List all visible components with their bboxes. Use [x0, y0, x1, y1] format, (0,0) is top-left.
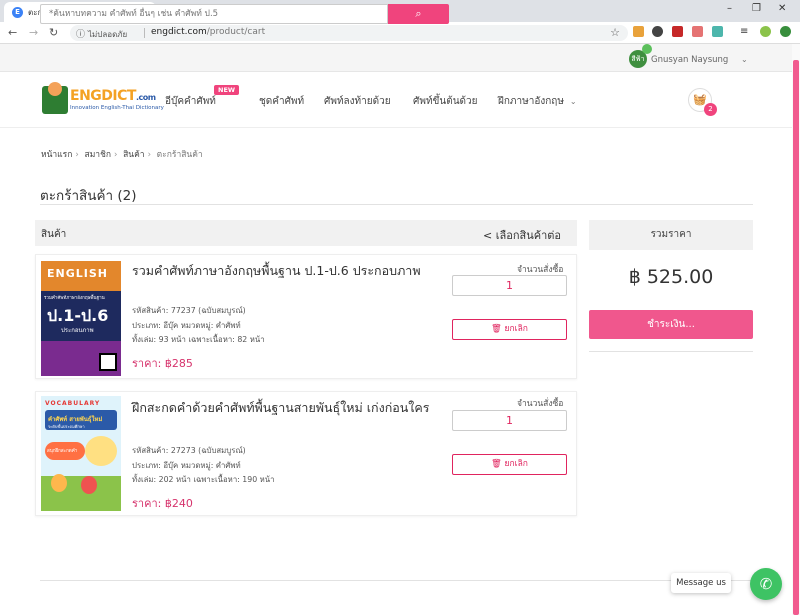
delete-button[interactable]: 🗑 ยกเลิก	[452, 454, 567, 475]
delete-button[interactable]: 🗑 ยกเลิก	[452, 319, 567, 340]
total-price: ฿ 525.00	[628, 266, 714, 288]
checkout-button[interactable]: ชำระเงิน...	[589, 310, 753, 339]
reload-icon[interactable]: ↻	[49, 26, 58, 39]
extension-icon[interactable]	[760, 26, 771, 37]
product-cover-image[interactable]: VOCABULARY คำศัพท์ สายพันธุ์ใหม่ ระดับชั…	[41, 396, 121, 511]
cart-item: ENGLISH รวมคำศัพท์ภาษาอังกฤษพื้นฐาน ป.1-…	[35, 254, 577, 379]
product-code: รหัสสินค้า: 27273 (ฉบับสมบูรณ์)	[132, 446, 246, 455]
extension-icon[interactable]	[692, 26, 703, 37]
chat-bubble-icon: ✆	[759, 575, 773, 593]
product-title[interactable]: ฝึกสะกดคำด้วยคำศัพท์พื้นฐานสายพันธุ์ใหม่…	[132, 398, 432, 418]
forward-icon[interactable]: →	[29, 26, 38, 39]
product-cover-image[interactable]: ENGLISH รวมคำศัพท์ภาษาอังกฤษพื้นฐาน ป.1-…	[41, 261, 121, 376]
chat-button[interactable]: ✆	[750, 568, 782, 600]
product-pages: ทั้งเล่ม: 93 หน้า เฉพาะเนื้อหา: 82 หน้า	[132, 335, 265, 344]
info-icon[interactable]: ⓘ	[76, 27, 85, 40]
quantity-field[interactable]: 1	[452, 410, 567, 431]
summary-header: รวมราคา	[589, 220, 753, 250]
product-price: ราคา: ฿240	[132, 497, 193, 510]
user-name[interactable]: Gnusyan Naysung	[651, 55, 728, 65]
site-logo[interactable]: ENGDICT.com Innovation English-Thai Dict…	[42, 82, 164, 118]
extension-icon[interactable]	[652, 26, 663, 37]
product-price: ราคา: ฿285	[132, 357, 193, 370]
minimize-icon[interactable]: –	[727, 3, 732, 14]
divider	[589, 351, 753, 352]
security-label: ไม่ปลอดภัย	[88, 30, 128, 39]
search-icon: ⌕	[415, 7, 422, 20]
trash-icon: 🗑	[491, 459, 502, 469]
url-field[interactable]: ⓘ ไม่ปลอดภัย engdict.com/product/cart ☆	[70, 25, 628, 41]
qty-label: จำนวนสั่งซื้อ	[517, 265, 564, 275]
product-pages: ทั้งเล่ม: 202 หน้า เฉพาะเนื้อหา: 190 หน้…	[132, 475, 275, 484]
bookmark-star-icon[interactable]: ☆	[610, 26, 620, 39]
logo-text: ENGDICT.com	[70, 88, 156, 104]
qty-label: จำนวนสั่งซื้อ	[517, 399, 564, 409]
continue-shopping-link[interactable]: < เลือกสินค้าต่อ	[483, 226, 561, 244]
nav-words-ending[interactable]: ศัพท์ลงท้ายด้วย	[324, 94, 391, 109]
breadcrumb: หน้าแรก › สมาชิก › สินค้า › ตะกร้าสินค้า	[41, 150, 203, 160]
pdf-extension-icon[interactable]	[672, 26, 683, 37]
extension-icon[interactable]	[712, 26, 723, 37]
nav-practice-english[interactable]: ฝึกภาษาอังกฤษ ⌄	[498, 94, 577, 109]
cart-list-header: สินค้า < เลือกสินค้าต่อ	[35, 220, 577, 246]
breadcrumb-member[interactable]: สมาชิก	[85, 150, 111, 160]
page-title: ตะกร้าสินค้า (2)	[40, 188, 137, 204]
cart-count-badge: 2	[704, 103, 717, 116]
close-window-icon[interactable]: ✕	[778, 3, 786, 14]
reading-list-icon[interactable]: ≡	[740, 26, 751, 37]
kid-mascot-icon	[48, 82, 62, 96]
avatar-badge-icon	[642, 44, 652, 54]
product-type: ประเภท: อีบุ๊ค หมวดหมู่: คำศัพท์	[132, 461, 241, 470]
search-button[interactable]: ⌕	[388, 4, 449, 24]
quantity-field[interactable]: 1	[452, 275, 567, 296]
product-code: รหัสสินค้า: 77237 (ฉบับสมบูรณ์)	[132, 306, 246, 315]
chevron-down-icon: ⌄	[569, 97, 577, 106]
breadcrumb-products[interactable]: สินค้า	[123, 150, 144, 160]
site-favicon: E	[12, 7, 23, 18]
extension-icon[interactable]	[780, 26, 791, 37]
list-header-label: สินค้า	[41, 229, 67, 240]
divider	[40, 204, 753, 205]
extension-icon[interactable]	[633, 26, 644, 37]
nav-words-starting[interactable]: ศัพท์ขึ้นต้นด้วย	[413, 94, 478, 109]
new-badge: NEW	[214, 85, 240, 95]
search-input[interactable]	[40, 4, 388, 24]
url-text: engdict.com/product/cart	[151, 27, 266, 37]
product-title[interactable]: รวมคำศัพท์ภาษาอังกฤษพื้นฐาน ป.1-ป.6 ประก…	[132, 261, 432, 281]
restore-icon[interactable]: ❐	[752, 3, 761, 14]
message-us-label[interactable]: Message us	[671, 573, 731, 593]
logo-subtitle: Innovation English-Thai Dictionary	[70, 105, 164, 111]
url-separator	[144, 28, 145, 38]
nav-vocab-sets[interactable]: ชุดคำศัพท์	[259, 94, 304, 109]
back-icon[interactable]: ←	[8, 26, 17, 39]
scrollbar-thumb[interactable]	[793, 60, 799, 615]
divider	[40, 580, 753, 581]
breadcrumb-home[interactable]: หน้าแรก	[41, 150, 72, 160]
trash-icon: 🗑	[491, 324, 502, 334]
product-type: ประเภท: อีบุ๊ค หมวดหมู่: คำศัพท์	[132, 321, 241, 330]
breadcrumb-current: ตะกร้าสินค้า	[156, 150, 203, 160]
chevron-down-icon[interactable]: ⌄	[741, 55, 748, 64]
nav-ebook-vocab[interactable]: อีบุ๊คคำศัพท์	[165, 94, 216, 109]
